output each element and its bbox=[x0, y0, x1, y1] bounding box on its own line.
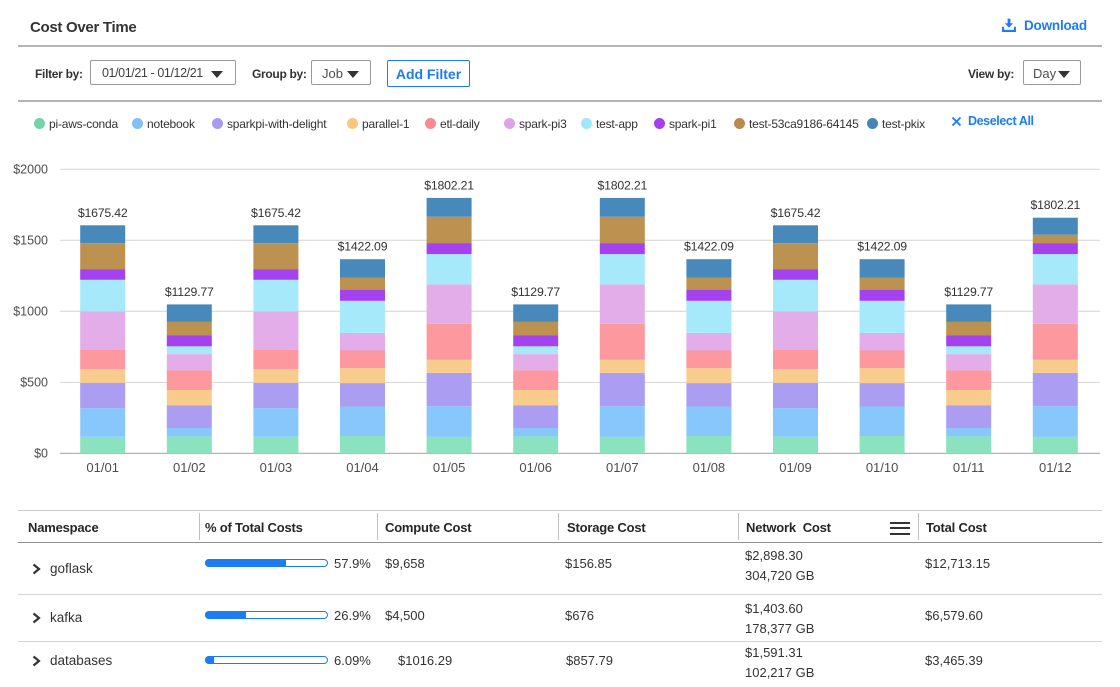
svg-text:$2000: $2000 bbox=[13, 162, 48, 176]
svg-text:$1675.42: $1675.42 bbox=[251, 206, 301, 220]
svg-text:01/03: 01/03 bbox=[260, 460, 293, 475]
svg-text:01/05: 01/05 bbox=[433, 460, 466, 475]
svg-text:01/02: 01/02 bbox=[173, 460, 206, 475]
svg-text:01/12: 01/12 bbox=[1039, 460, 1072, 475]
svg-text:$1802.21: $1802.21 bbox=[424, 178, 474, 192]
svg-text:$1500: $1500 bbox=[13, 233, 48, 247]
svg-text:01/01: 01/01 bbox=[86, 460, 119, 475]
svg-text:01/07: 01/07 bbox=[606, 460, 639, 475]
svg-text:$1802.21: $1802.21 bbox=[1030, 198, 1080, 212]
svg-text:$1802.21: $1802.21 bbox=[597, 178, 647, 192]
svg-text:01/08: 01/08 bbox=[693, 460, 726, 475]
svg-text:$500: $500 bbox=[20, 375, 48, 389]
svg-text:01/06: 01/06 bbox=[519, 460, 552, 475]
svg-text:$1675.42: $1675.42 bbox=[78, 206, 128, 220]
svg-text:$1129.77: $1129.77 bbox=[511, 285, 560, 299]
svg-text:$1000: $1000 bbox=[13, 304, 48, 318]
svg-text:01/09: 01/09 bbox=[779, 460, 812, 475]
svg-text:$1129.77: $1129.77 bbox=[165, 285, 214, 299]
svg-text:$1422.09: $1422.09 bbox=[338, 240, 388, 254]
svg-text:$1129.77: $1129.77 bbox=[944, 285, 993, 299]
svg-text:01/10: 01/10 bbox=[866, 460, 899, 475]
svg-text:01/04: 01/04 bbox=[346, 460, 379, 475]
svg-text:01/11: 01/11 bbox=[953, 460, 985, 475]
svg-text:$1675.42: $1675.42 bbox=[771, 206, 821, 220]
svg-text:$1422.09: $1422.09 bbox=[684, 240, 734, 254]
svg-text:$1422.09: $1422.09 bbox=[857, 240, 907, 254]
svg-text:$0: $0 bbox=[34, 446, 48, 460]
